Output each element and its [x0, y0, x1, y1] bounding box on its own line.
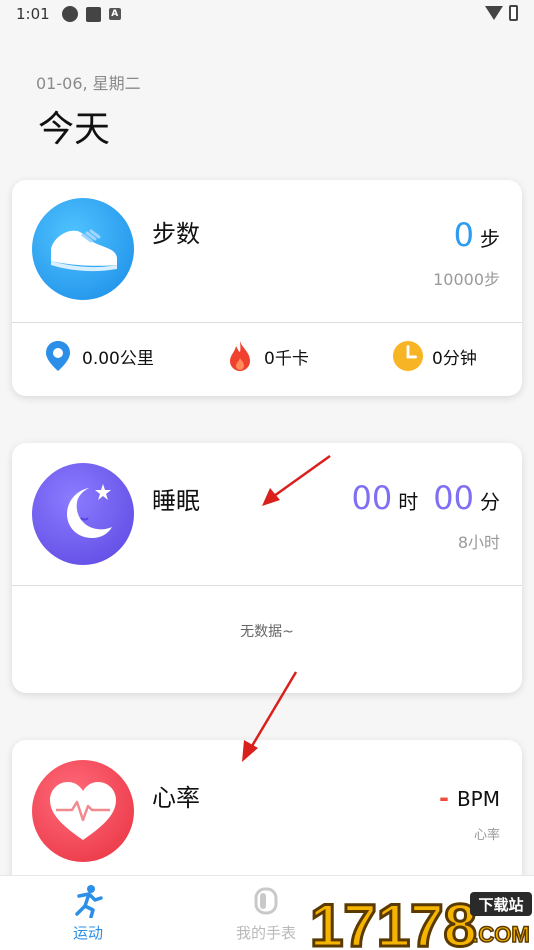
tab-sport[interactable]: 运动	[28, 884, 148, 943]
location-pin-icon	[42, 340, 74, 372]
annotation-arrow	[242, 671, 298, 762]
heart-label: 心率	[152, 784, 200, 812]
heart-icon	[32, 760, 134, 862]
sleep-goal: 8小时	[457, 533, 500, 552]
a-status-icon: A	[108, 8, 121, 20]
sleep-hours: 00	[351, 479, 393, 517]
steps-label: 步数	[152, 220, 200, 248]
sleep-label: 睡眠	[152, 487, 200, 515]
running-icon	[28, 884, 148, 918]
heart-value: -	[438, 784, 449, 812]
steps-value-group: 0步	[454, 216, 500, 254]
heart-sub: 心率	[473, 828, 500, 843]
settings-status-icon	[61, 6, 78, 22]
distance-value: 0.00公里	[82, 348, 154, 369]
steps-goal: 10000步	[433, 270, 500, 289]
duration-stat: 0分钟	[392, 340, 477, 372]
sleep-divider	[12, 585, 522, 586]
heart-value-group: - BPM	[439, 784, 500, 812]
tab-sport-label: 运动	[72, 924, 103, 942]
status-bar: 1:01 A	[0, 0, 534, 28]
battery-icon	[509, 5, 518, 21]
shoe-icon	[32, 198, 134, 300]
distance-stat: 0.00公里	[42, 340, 154, 372]
watermark-text: 17178	[310, 892, 477, 950]
wifi-icon	[485, 6, 503, 20]
date-label: 01-06, 星期二	[36, 74, 141, 93]
sleep-minutes-unit: 分	[480, 490, 500, 514]
steps-divider	[12, 322, 522, 323]
sleep-hours-unit: 时	[398, 490, 419, 514]
sleep-empty-text: 无数据~	[240, 624, 294, 640]
calories-value: 0千卡	[264, 348, 309, 369]
moon-icon	[32, 463, 134, 565]
watermark-suffix: .COM	[472, 922, 529, 947]
steps-unit: 步	[480, 227, 500, 251]
status-time: 1:01	[16, 5, 50, 23]
heart-unit: BPM	[456, 787, 500, 811]
steps-card[interactable]: 步数 0步 10000步 0.00公里 0千卡 0分钟	[12, 180, 522, 396]
watermark-badge: 下载站	[478, 896, 523, 914]
duration-value: 0分钟	[432, 348, 477, 369]
steps-value: 0	[453, 216, 474, 254]
page-title: 今天	[38, 109, 111, 150]
watermark-logo: 17178 下载站 .COM	[308, 888, 534, 950]
annotation-arrow	[262, 454, 331, 506]
sleep-value-group: 00 时 00 分	[351, 479, 500, 517]
app-status-icon	[85, 6, 101, 22]
sleep-minutes: 00	[433, 479, 474, 517]
clock-icon	[392, 340, 424, 372]
calories-stat: 0千卡	[224, 340, 309, 372]
flame-icon	[224, 340, 256, 372]
